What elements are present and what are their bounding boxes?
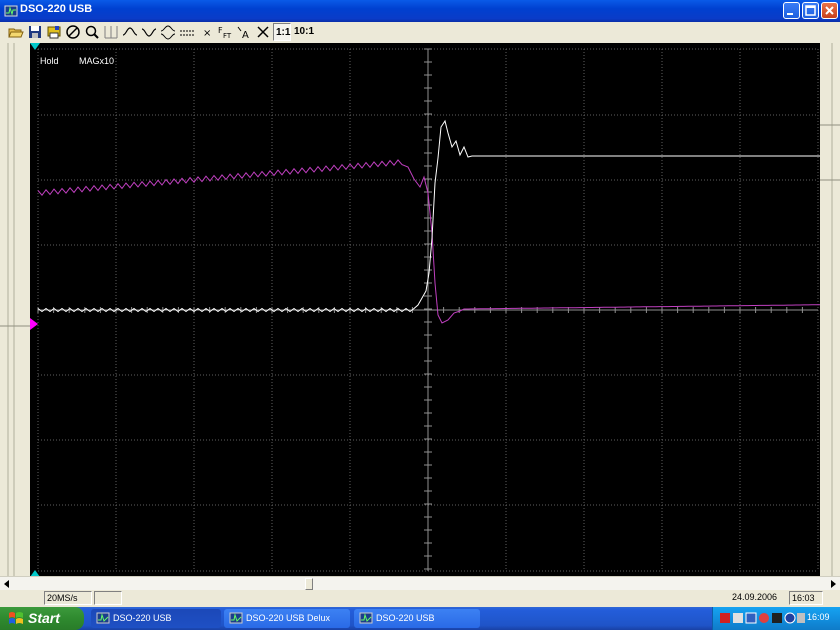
scope-display[interactable]: Hold MAGx10	[30, 43, 821, 576]
tray-usb-icon	[772, 613, 782, 623]
wave-dual-icon	[160, 25, 176, 40]
task-label: DSO-220 USB	[113, 613, 172, 623]
app-task-icon	[96, 612, 110, 624]
ratio-10-1-label: 10:1	[294, 26, 315, 37]
marker-icon: ×	[203, 28, 211, 39]
windows-logo-icon	[9, 612, 23, 624]
save-disk-icon	[29, 26, 41, 38]
tray-volume-icon	[733, 613, 743, 623]
status-panel-empty	[94, 591, 122, 605]
scroll-left-icon[interactable]	[0, 577, 14, 591]
print-button[interactable]	[45, 23, 63, 41]
trigger-top-marker[interactable]	[30, 43, 42, 51]
mag-label: MAGx10	[79, 56, 115, 66]
scope-graph	[37, 48, 821, 572]
title-bar: DSO-220 USB	[0, 0, 840, 22]
ratio-1-1-button[interactable]: 1:1	[273, 23, 291, 41]
taskbar-clock: 16:09	[807, 612, 830, 622]
maximize-icon	[805, 5, 816, 16]
wave-sine-icon	[122, 27, 138, 36]
task-dso-220-usb[interactable]: DSO-220 USB	[91, 609, 221, 628]
toolbar: × F FT A 1:1 10:1	[0, 22, 840, 43]
wave-dual-button[interactable]	[159, 23, 177, 41]
tray-security-icon	[759, 613, 769, 623]
system-tray: 16:09	[712, 607, 840, 630]
grid-icon	[104, 26, 118, 39]
print-icon	[47, 26, 61, 39]
auto-button[interactable]: A	[235, 23, 253, 41]
minimize-button[interactable]	[783, 2, 800, 19]
maximize-button[interactable]	[802, 2, 819, 19]
minimize-icon	[787, 13, 793, 15]
fft-button[interactable]: F FT	[216, 23, 234, 41]
marker-button[interactable]: ×	[197, 23, 215, 41]
open-folder-icon	[8, 28, 24, 38]
open-button[interactable]	[7, 23, 25, 41]
stop-button[interactable]	[64, 23, 82, 41]
tray-device-icon	[745, 612, 757, 624]
close-icon	[825, 6, 834, 15]
auto-icon: A	[237, 26, 249, 41]
task-dso-220-usb-delux[interactable]: DSO-220 USB Delux	[224, 609, 350, 628]
left-ruler	[0, 43, 30, 576]
ratio-1-1-label: 1:1	[276, 27, 291, 38]
sample-rate: 20MS/s	[44, 591, 92, 605]
save-button[interactable]	[26, 23, 44, 41]
fft-icon: FFT	[218, 26, 232, 40]
wave-sine-button[interactable]	[121, 23, 139, 41]
left-panel	[0, 43, 30, 576]
zoom-icon	[85, 25, 99, 39]
window-title: DSO-220 USB	[20, 3, 93, 15]
status-date: 24.09.2006	[732, 592, 778, 602]
ch2-trace	[37, 159, 821, 324]
task-label: DSO-220 USB	[376, 613, 435, 623]
tray-icons	[720, 612, 805, 624]
app-task-icon	[229, 612, 243, 624]
grid-button[interactable]	[102, 23, 120, 41]
svg-text:×: ×	[203, 28, 211, 39]
tray-shield-icon	[784, 612, 796, 624]
start-button[interactable]: Start	[0, 607, 84, 630]
status-bar: 20MS/s 24.09.2006 16:03	[0, 590, 840, 607]
ratio-10-1-button[interactable]: 10:1	[292, 23, 316, 41]
app-task-icon	[359, 612, 373, 624]
zoom-button[interactable]	[83, 23, 101, 41]
cursor-icon	[257, 26, 269, 38]
svg-text:FT: FT	[223, 32, 232, 40]
tray-lang-icon	[797, 613, 805, 623]
dotted-line-button[interactable]	[178, 23, 196, 41]
tray-network-icon	[720, 613, 730, 623]
wave-invert-icon	[141, 28, 157, 37]
dotted-line-icon	[180, 30, 194, 36]
cursor-button[interactable]	[254, 23, 272, 41]
scroll-right-icon[interactable]	[826, 577, 840, 591]
taskbar: Start DSO-220 USB DSO-220 USB Delux DSO-…	[0, 607, 840, 630]
task-label: DSO-220 USB Delux	[246, 613, 331, 623]
app-icon	[4, 5, 18, 17]
status-time: 16:03	[789, 591, 823, 605]
start-label: Start	[28, 610, 60, 626]
ch-level-marker[interactable]	[30, 318, 40, 330]
stop-icon	[66, 25, 80, 39]
wave-invert-button[interactable]	[140, 23, 158, 41]
horizontal-scrollbar[interactable]	[0, 576, 840, 591]
scroll-thumb[interactable]	[305, 578, 313, 590]
close-button[interactable]	[821, 2, 838, 19]
hold-label: Hold	[40, 56, 59, 66]
task-dso-220-usb-2[interactable]: DSO-220 USB	[354, 609, 480, 628]
svg-text:A: A	[242, 30, 249, 41]
right-ruler	[820, 43, 840, 576]
right-panel	[820, 43, 840, 576]
